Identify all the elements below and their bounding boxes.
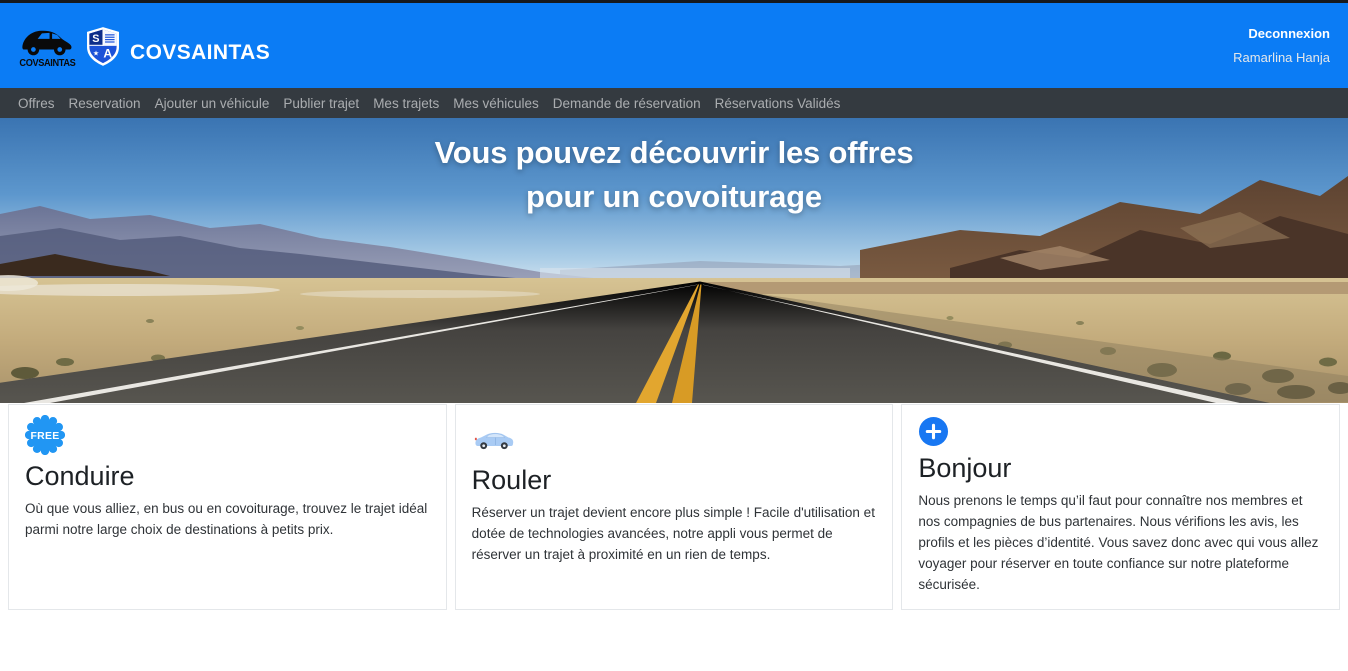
car-logo-caption: COVSAINTAS (19, 58, 75, 69)
app-header: COVSAINTAS S ★ A COVSAINTAS Deconnexion (0, 3, 1348, 88)
header-user-area: Deconnexion Ramarlina Hanja (1233, 26, 1332, 65)
car-icon (472, 413, 877, 461)
card-rouler: Rouler Réserver un trajet devient encore… (455, 404, 894, 610)
nav-item-publier-trajet[interactable]: Publier trajet (276, 96, 366, 111)
feature-cards: FREE Conduire Où que vous alliez, en bus… (0, 403, 1348, 610)
card-conduire: FREE Conduire Où que vous alliez, en bus… (8, 404, 447, 610)
shield-logo: S ★ A (86, 26, 120, 72)
card-bonjour: Bonjour Nous prenons le temps qu’il faut… (901, 404, 1340, 610)
plus-icon (918, 413, 1323, 449)
card-body-rouler: Réserver un trajet devient encore plus s… (472, 502, 877, 565)
logout-link[interactable]: Deconnexion (1233, 26, 1330, 41)
card-title-bonjour: Bonjour (918, 453, 1323, 484)
black-car-icon (18, 24, 76, 58)
hero-banner: Vous pouvez découvrir les offres pour un… (0, 118, 1348, 403)
hero-title: Vous pouvez découvrir les offres pour un… (0, 131, 1348, 219)
nav-item-reservations-valides[interactable]: Réservations Validés (708, 96, 848, 111)
nav-item-demande-reservation[interactable]: Demande de réservation (546, 96, 708, 111)
shield-letter-s: S (92, 33, 99, 45)
nav-item-mes-vehicules[interactable]: Mes véhicules (446, 96, 546, 111)
brand-home-link[interactable]: COVSAINTAS S ★ A COVSAINTAS (16, 19, 270, 72)
user-name-link[interactable]: Ramarlina Hanja (1233, 50, 1330, 65)
card-title-conduire: Conduire (25, 461, 430, 492)
card-title-rouler: Rouler (472, 465, 877, 496)
shield-star: ★ (93, 49, 99, 57)
nav-item-mes-trajets[interactable]: Mes trajets (366, 96, 446, 111)
nav-item-reservation[interactable]: Reservation (62, 96, 148, 111)
nav-item-offres[interactable]: Offres (11, 96, 62, 111)
nav-item-ajouter-vehicule[interactable]: Ajouter un véhicule (148, 96, 277, 111)
hero-title-line2: pour un covoiturage (0, 175, 1348, 219)
main-navbar: Offres Reservation Ajouter un véhicule P… (0, 88, 1348, 118)
car-logo: COVSAINTAS (16, 24, 78, 69)
shield-letter-a: A (103, 47, 112, 61)
hero-title-line1: Vous pouvez découvrir les offres (0, 131, 1348, 175)
card-body-bonjour: Nous prenons le temps qu’il faut pour co… (918, 490, 1323, 595)
shield-crest-icon: S ★ A (86, 26, 120, 67)
free-badge-icon: FREE (25, 413, 430, 457)
brand-title: COVSAINTAS (130, 41, 270, 65)
free-badge-label: FREE (31, 431, 60, 442)
card-body-conduire: Où que vous alliez, en bus ou en covoitu… (25, 498, 430, 540)
